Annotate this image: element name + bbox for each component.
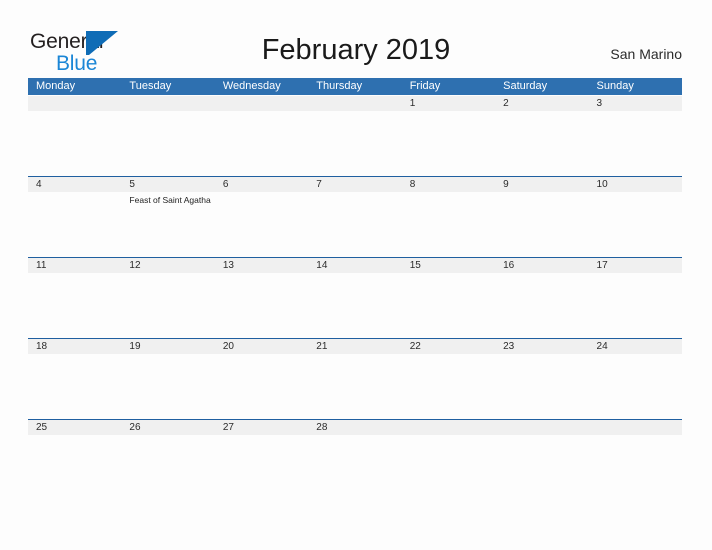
calendar-grid: Monday Tuesday Wednesday Thursday Friday… [28, 78, 682, 500]
day-number: 24 [596, 341, 608, 352]
day-number [223, 96, 308, 111]
day-number: 1 [409, 98, 416, 109]
day-number: 28 [316, 422, 328, 433]
day-number: 25 [36, 422, 48, 433]
calendar-cell-empty [215, 96, 308, 176]
calendar-day-cell[interactable]: 8 [402, 177, 495, 257]
calendar-weeks: 1 2 3 4 5 Feast of Saint Agatha 6 7 8 9 10 11 12 13 14… [28, 95, 682, 500]
calendar-day-cell[interactable]: 21 [308, 339, 401, 419]
day-number: 8 [409, 179, 416, 190]
calendar-week-row: 25 26 27 28 [28, 419, 682, 500]
calendar-day-cell[interactable]: 11 [28, 258, 121, 338]
day-number: 21 [316, 341, 328, 352]
calendar-day-cell[interactable]: 3 [589, 96, 682, 176]
week-cells: 11 12 13 14 15 16 17 [28, 258, 682, 338]
day-number: 4 [36, 179, 42, 190]
day-number: 18 [36, 341, 48, 352]
day-number: 5 [129, 179, 135, 190]
calendar-week-row: 4 5 Feast of Saint Agatha 6 7 8 9 10 [28, 176, 682, 257]
calendar-day-cell[interactable]: 24 [589, 339, 682, 419]
day-number: 9 [503, 179, 509, 190]
calendar-day-cell[interactable]: 10 [589, 177, 682, 257]
calendar-cell-empty [495, 420, 588, 500]
week-cells: 4 5 Feast of Saint Agatha 6 7 8 9 10 [28, 177, 682, 257]
calendar-day-cell[interactable]: 16 [495, 258, 588, 338]
day-number: 13 [222, 260, 234, 271]
day-number [36, 96, 121, 111]
day-number: 10 [596, 179, 608, 190]
calendar-day-cell[interactable]: 19 [121, 339, 214, 419]
day-number: 27 [222, 422, 234, 433]
calendar-day-cell[interactable]: 6 [215, 177, 308, 257]
calendar-day-cell[interactable]: 17 [589, 258, 682, 338]
day-number: 17 [596, 260, 608, 271]
day-number: 14 [316, 260, 328, 271]
weekday-saturday: Saturday [503, 80, 548, 92]
day-number: 23 [503, 341, 515, 352]
calendar-day-cell[interactable]: 26 [121, 420, 214, 500]
day-number: 19 [129, 341, 141, 352]
day-number: 7 [316, 179, 322, 190]
calendar-day-cell[interactable]: 25 [28, 420, 121, 500]
calendar-cell-empty [308, 96, 401, 176]
weekday-sunday: Sunday [596, 80, 634, 92]
calendar-week-row: 18 19 20 21 22 23 24 [28, 338, 682, 419]
week-cells: 18 19 20 21 22 23 24 [28, 339, 682, 419]
calendar-week-row: 1 2 3 [28, 95, 682, 176]
calendar-day-cell[interactable]: 28 [308, 420, 401, 500]
weekday-friday: Friday [409, 80, 441, 92]
calendar-day-cell[interactable]: 4 [28, 177, 121, 257]
calendar-day-cell[interactable]: 15 [402, 258, 495, 338]
day-number: 22 [409, 341, 421, 352]
calendar-day-cell[interactable]: 20 [215, 339, 308, 419]
calendar-day-cell[interactable]: 22 [402, 339, 495, 419]
day-number [597, 420, 682, 435]
weekday-monday: Monday [36, 80, 76, 92]
calendar-day-cell[interactable]: 27 [215, 420, 308, 500]
calendar-day-cell[interactable]: 9 [495, 177, 588, 257]
day-number [410, 420, 495, 435]
day-number: 12 [129, 260, 141, 271]
weekday-header-row: Monday Tuesday Wednesday Thursday Friday… [28, 78, 682, 95]
day-number: 3 [596, 98, 603, 109]
holiday-event-label: Feast of Saint Agatha [129, 195, 211, 205]
calendar-day-cell[interactable]: 14 [308, 258, 401, 338]
day-number: 11 [36, 260, 47, 271]
page-title: February 2019 [261, 34, 451, 66]
day-number [316, 96, 401, 111]
weekday-thursday: Thursday [316, 80, 363, 92]
calendar-day-cell[interactable]: 7 [308, 177, 401, 257]
calendar-cell-empty [589, 420, 682, 500]
calendar-day-cell[interactable]: 2 [495, 96, 588, 176]
day-number: 20 [222, 341, 234, 352]
page-header: General Blue February 2019 San Marino [0, 0, 712, 78]
calendar-day-cell[interactable]: 13 [215, 258, 308, 338]
day-events: Feast of Saint Agatha [129, 192, 214, 206]
calendar-day-cell[interactable]: 23 [495, 339, 588, 419]
weekday-tuesday: Tuesday [129, 80, 172, 92]
calendar-cell-empty [121, 96, 214, 176]
calendar-day-cell[interactable]: 18 [28, 339, 121, 419]
calendar-day-cell[interactable]: 1 [402, 96, 495, 176]
day-number [129, 96, 214, 111]
calendar-day-cell[interactable]: 5 Feast of Saint Agatha [121, 177, 214, 257]
week-cells: 1 2 3 [28, 96, 682, 176]
day-number: 6 [222, 179, 229, 190]
calendar-cell-empty [28, 96, 121, 176]
calendar-cell-empty [402, 420, 495, 500]
day-number [503, 420, 588, 435]
location-label: San Marino [610, 46, 682, 62]
day-number: 26 [129, 422, 141, 433]
day-number: 16 [503, 260, 515, 271]
week-cells: 25 26 27 28 [28, 420, 682, 500]
calendar-week-row: 11 12 13 14 15 16 17 [28, 257, 682, 338]
day-number: 15 [409, 260, 421, 271]
day-number: 2 [503, 98, 509, 109]
calendar-day-cell[interactable]: 12 [121, 258, 214, 338]
weekday-wednesday: Wednesday [222, 80, 281, 92]
